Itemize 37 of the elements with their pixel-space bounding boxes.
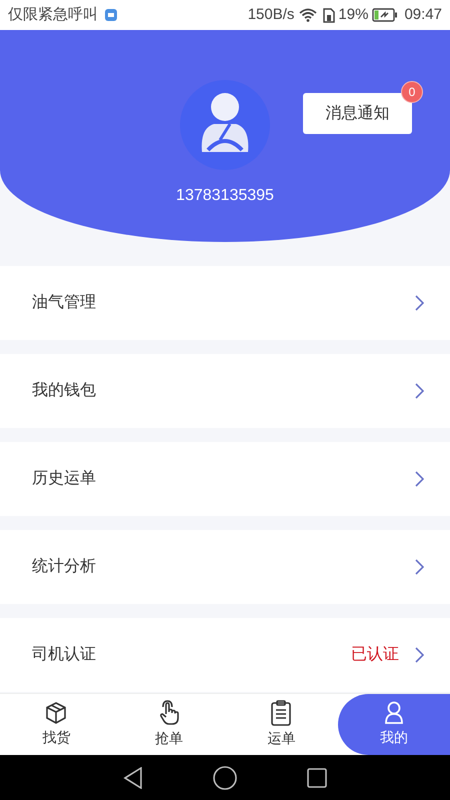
menu-row[interactable]: 油气管理: [0, 266, 450, 340]
chevron-right-icon: [415, 471, 424, 487]
app-notification-icon: [104, 8, 118, 22]
battery-charging-icon: [372, 8, 398, 22]
box-icon: [44, 701, 68, 725]
message-count-badge: 0: [401, 81, 423, 103]
chevron-right-icon: [415, 383, 424, 399]
clipboard-icon: [270, 700, 292, 726]
recent-apps-icon[interactable]: [307, 768, 327, 788]
phone-number: 13783135395: [176, 186, 274, 206]
network-speed: 150B/s: [248, 4, 294, 25]
menu-label: 油气管理: [32, 292, 96, 313]
tab[interactable]: 运单: [225, 694, 338, 755]
person-icon: [384, 701, 404, 725]
back-icon[interactable]: [123, 766, 143, 788]
wifi-icon: [299, 8, 318, 22]
sim-card-icon: [323, 8, 336, 22]
carrier-text: 仅限紧急呼叫: [8, 4, 98, 25]
avatar-icon: [180, 80, 270, 170]
tab[interactable]: 找货: [0, 694, 112, 755]
tab[interactable]: 我的: [338, 694, 450, 755]
menu-row[interactable]: 我的钱包: [0, 354, 450, 428]
menu-label: 我的钱包: [32, 380, 96, 401]
menu-label: 司机认证: [32, 645, 96, 665]
menu-row[interactable]: 历史运单: [0, 442, 450, 516]
chevron-right-icon: [415, 647, 424, 663]
chevron-right-icon: [415, 295, 424, 311]
chevron-right-icon: [415, 559, 424, 575]
menu-label: 统计分析: [32, 556, 96, 577]
clock-time: 09:47: [404, 4, 442, 25]
verification-status: 已认证: [351, 645, 399, 665]
battery-percent: 19%: [338, 4, 368, 25]
menu-label: 历史运单: [32, 468, 96, 489]
menu-row[interactable]: 统计分析: [0, 530, 450, 604]
menu-row[interactable]: 司机认证 已认证: [0, 618, 450, 692]
home-icon[interactable]: [213, 766, 237, 790]
tab[interactable]: 抢单: [112, 694, 225, 755]
